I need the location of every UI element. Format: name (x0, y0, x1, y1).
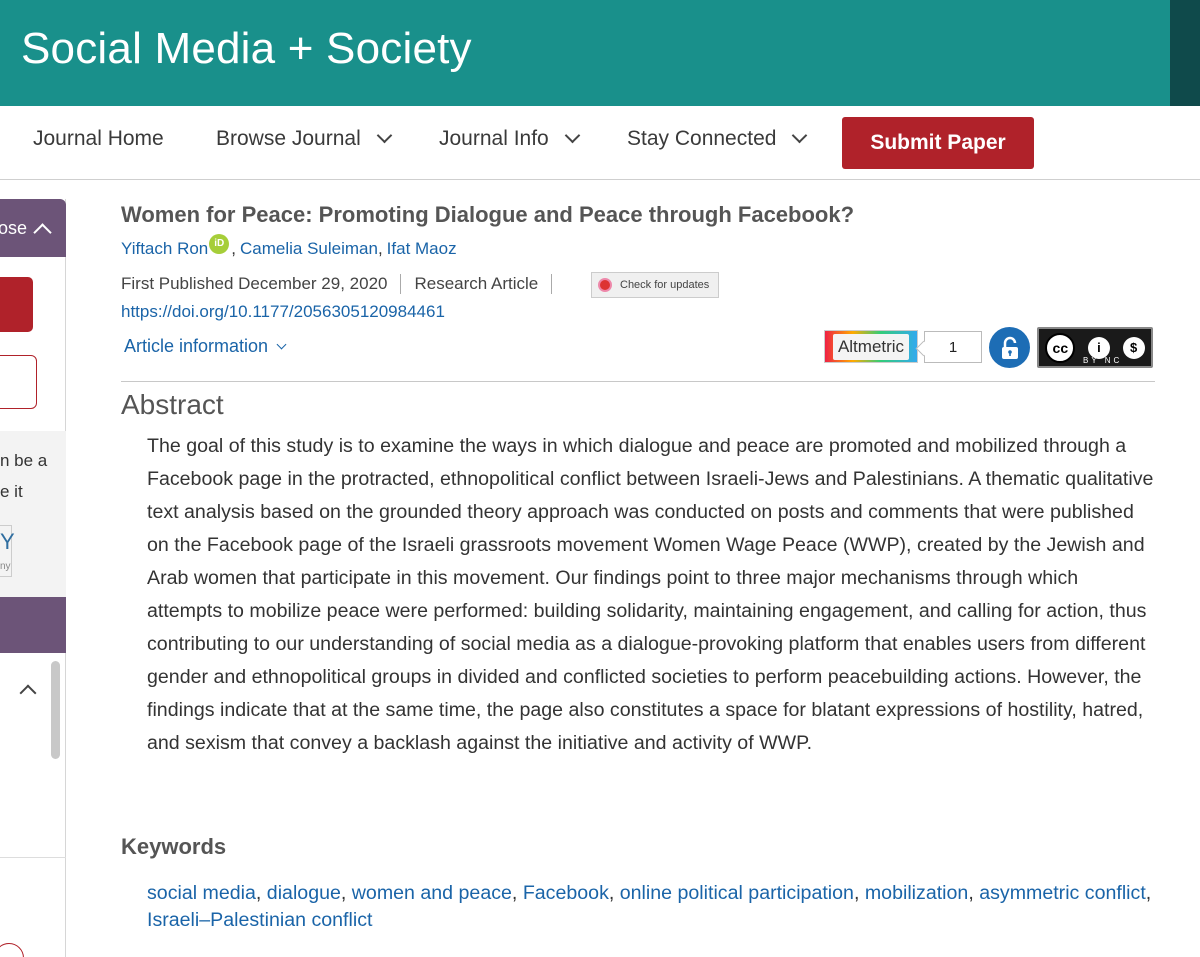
nav-stay-connected[interactable]: Stay Connected (627, 127, 808, 151)
meta-divider (400, 274, 402, 294)
sidebar-text-line: e it (0, 482, 23, 501)
unlock-icon (1001, 336, 1018, 359)
sidebar-secondary-button[interactable] (0, 355, 37, 409)
crossmark-icon (598, 278, 612, 292)
keyword-link[interactable]: asymmetric conflict (979, 882, 1146, 904)
first-published: First Published December 29, 2020 (121, 274, 388, 293)
keyword-separator: , (255, 882, 267, 904)
check-for-updates-button[interactable]: Check for updates (591, 272, 719, 298)
cc-icon: cc (1045, 332, 1076, 363)
sidebar-logo-subtext: ny (0, 561, 11, 572)
abstract-text: The goal of this study is to examine the… (147, 435, 1154, 754)
banner-edge (1170, 0, 1200, 106)
chevron-down-icon (564, 127, 581, 143)
altmetric-badge[interactable]: Altmetric (824, 330, 918, 363)
keyword-link[interactable]: online political participation (620, 882, 854, 904)
submit-paper-button[interactable]: Submit Paper (842, 117, 1034, 169)
article-information-toggle[interactable]: Article information (124, 336, 287, 357)
sidebar-scrollbar[interactable] (51, 661, 60, 759)
journal-title[interactable]: Social Media + Society (21, 24, 472, 74)
sidebar-text-line: n be a (0, 451, 48, 470)
chevron-down-icon (276, 339, 287, 350)
author-list: Yiftach Ron iD , Camelia Suleiman , Ifat… (121, 234, 457, 259)
keywords-list: social media, dialogue, women and peace,… (147, 880, 1177, 934)
nav-journal-home-label: Journal Home (33, 127, 164, 150)
sidebar-section-header[interactable] (0, 597, 66, 653)
keyword-link[interactable]: social media (147, 882, 256, 904)
article-type: Research Article (414, 274, 539, 293)
article-information-label: Article information (124, 336, 269, 356)
chevron-down-icon (792, 127, 808, 143)
sidebar-divider (0, 857, 66, 858)
altmetric-label: Altmetric (832, 333, 910, 360)
check-for-updates-label: Check for updates (620, 279, 710, 291)
tools-sidebar: ose n be a e it Y ny (0, 199, 66, 957)
sidebar-close-label: ose (0, 217, 28, 238)
doi-link[interactable]: https://doi.org/10.1177/2056305120984461 (121, 302, 445, 322)
sidebar-primary-button[interactable] (0, 277, 33, 332)
chevron-up-icon[interactable] (19, 684, 37, 702)
keyword-separator: , (511, 882, 523, 904)
sidebar-logo-letter: Y (0, 529, 15, 554)
chevron-up-icon (33, 222, 52, 242)
nav-journal-info[interactable]: Journal Info (439, 127, 581, 151)
nav-browse-journal-label: Browse Journal (216, 127, 361, 150)
main-nav: Journal Home Browse Journal Journal Info… (0, 106, 1200, 180)
meta-divider (551, 274, 553, 294)
article-meta: First Published December 29, 2020 Resear… (121, 274, 565, 294)
section-divider (121, 381, 1155, 382)
keyword-link[interactable]: dialogue (267, 882, 341, 904)
nav-journal-home[interactable]: Journal Home (33, 127, 164, 151)
keyword-separator: , (608, 882, 620, 904)
author-separator: , (231, 239, 236, 258)
author-link[interactable]: Camelia Suleiman (240, 239, 378, 259)
keyword-link[interactable]: Israeli–Palestinian conflict (147, 909, 372, 931)
orcid-icon[interactable]: iD (209, 234, 230, 254)
keyword-separator: , (340, 882, 352, 904)
chevron-down-icon (376, 127, 393, 143)
journal-banner: Social Media + Society (0, 0, 1170, 106)
abstract-heading: Abstract (121, 389, 224, 420)
keyword-link[interactable]: Facebook (523, 882, 609, 904)
nav-browse-journal[interactable]: Browse Journal (216, 127, 393, 151)
keyword-separator: , (853, 882, 865, 904)
sidebar-close-tab[interactable]: ose (0, 199, 66, 257)
keyword-separator: , (1145, 882, 1152, 904)
open-access-lock-icon[interactable] (989, 327, 1030, 368)
nc-icon: $ (1122, 336, 1145, 359)
author-separator: , (377, 239, 383, 258)
author-link[interactable]: Yiftach Ron (121, 239, 208, 259)
nav-stay-connected-label: Stay Connected (627, 127, 777, 150)
sidebar-circle-button[interactable] (0, 943, 24, 957)
article-title: Women for Peace: Promoting Dialogue and … (121, 202, 855, 227)
altmetric-count[interactable]: 1 (924, 331, 982, 363)
keyword-link[interactable]: mobilization (865, 882, 968, 904)
keyword-separator: , (968, 882, 980, 904)
keyword-link[interactable]: women and peace (352, 882, 512, 904)
nav-journal-info-label: Journal Info (439, 127, 549, 150)
author-link[interactable]: Ifat Maoz (387, 239, 457, 259)
cc-labels: BY NC (1083, 356, 1123, 365)
keywords-heading: Keywords (121, 834, 227, 859)
